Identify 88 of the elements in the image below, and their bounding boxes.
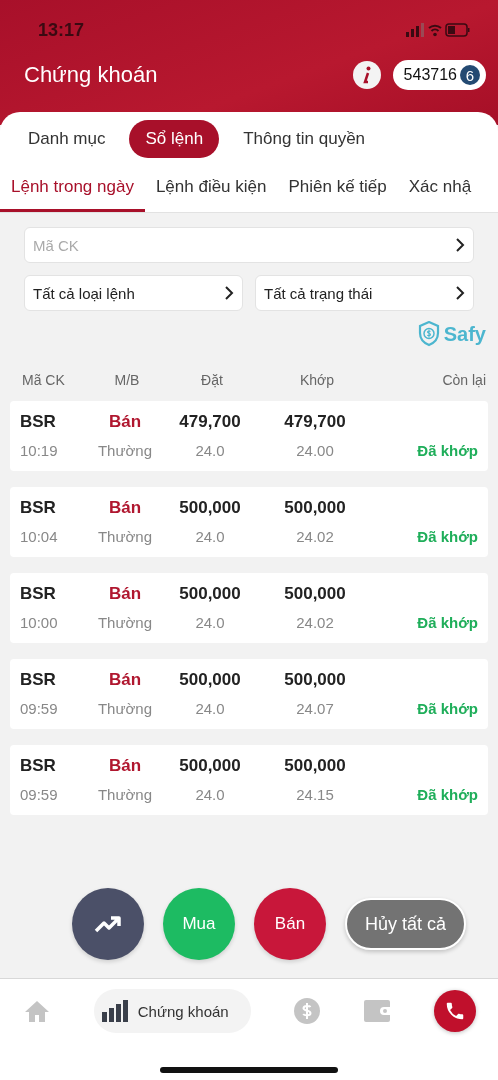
tab[interactable]: Danh mục [12, 120, 122, 158]
tab[interactable]: Thông tin quyền [227, 120, 382, 158]
account-selector[interactable]: 543716 6 [392, 60, 486, 90]
phone-icon [444, 1000, 466, 1022]
status-text: Đã khớp [416, 786, 478, 803]
matched-price: 24.15 [295, 786, 335, 803]
matched-quantity: 500,000 [283, 669, 347, 690]
order-time: 10:19 [20, 442, 59, 459]
status-icons-drawing [406, 22, 470, 38]
order-time: 09:59 [20, 700, 59, 717]
chevron-icon [455, 286, 465, 300]
side-text: Bán [107, 669, 143, 690]
matched-price: 24.00 [295, 442, 335, 459]
column-header: Mã CK [22, 372, 66, 388]
sell-button[interactable]: Bán [253, 888, 326, 960]
order-quantity: 500,000 [178, 583, 242, 604]
home-icon [24, 999, 50, 1023]
nav-tab[interactable]: Chứng khoán [93, 989, 251, 1033]
symbol-search-field[interactable]: Mã CK [24, 227, 474, 263]
sub-tab[interactable]: Lệnh trong ngày [0, 165, 145, 212]
sub-tab[interactable]: Phiên kế tiếp [277, 165, 398, 212]
column-header: Đặt [200, 372, 224, 388]
chart-button[interactable] [71, 888, 144, 960]
order-type-text: Thường [96, 528, 154, 545]
status-text: Đã khớp [416, 528, 478, 545]
status-text: Đã khớp [416, 700, 478, 717]
order-price: 24.0 [194, 528, 226, 545]
status-text: Đã khớp [416, 442, 478, 459]
side-text: Bán [107, 497, 143, 518]
shield-dollar-icon [417, 321, 440, 347]
order-price: 24.0 [194, 700, 226, 717]
sub-tab[interactable]: Xác nhậ [397, 165, 483, 212]
symbol-text: BSR [20, 583, 57, 604]
order-type-select[interactable]: Tất cả loại lệnh [24, 275, 243, 311]
order-type-text: Thường [96, 442, 154, 459]
info-button[interactable] [352, 61, 381, 89]
order-quantity: 500,000 [178, 497, 242, 518]
chevron-icon [224, 286, 234, 300]
cancel-all-button[interactable]: Hủy tất cả [344, 898, 466, 950]
order-card[interactable]: BSR Bán 500,000 500,000 09:59 Thường 24.0 24.07 Đã khớp [10, 659, 488, 729]
order-card[interactable]: BSR Bán 479,700 479,700 10:19 Thường 24.0 24.00 Đã khớp [10, 401, 488, 471]
call-button[interactable] [434, 990, 476, 1032]
order-quantity: 479,700 [178, 411, 242, 432]
column-header: Còn lại [441, 372, 486, 388]
column-header: M/B [113, 372, 141, 388]
side-text: Bán [107, 755, 143, 776]
symbol-text: BSR [20, 755, 57, 776]
side-text: Bán [107, 411, 143, 432]
trending-up-icon [93, 915, 122, 933]
order-time: 10:00 [20, 614, 59, 631]
matched-price: 24.02 [295, 614, 335, 631]
safy-label: Safy [443, 322, 486, 346]
order-time: 10:04 [20, 528, 59, 545]
info-icon [361, 66, 372, 84]
wallet-icon [364, 1000, 391, 1022]
page-title: Chứng khoán [24, 62, 159, 88]
status-text: Đã khớp [416, 614, 478, 631]
count-badge: 6 [460, 65, 480, 85]
status-time: 13:17 [38, 19, 85, 41]
matched-price: 24.07 [295, 700, 335, 717]
bar-chart-icon [101, 1000, 128, 1022]
order-type-text: Thường [96, 614, 154, 631]
symbol-text: BSR [20, 497, 57, 518]
sub-tab[interactable]: Lệnh điều kiện [144, 165, 278, 212]
symbol-text: BSR [20, 669, 57, 690]
matched-quantity: 500,000 [283, 497, 347, 518]
column-header: Khớp [298, 372, 336, 388]
order-card[interactable]: BSR Bán 500,000 500,000 10:00 Thường 24.0 24.02 Đã khớp [10, 573, 488, 643]
symbol-text: BSR [20, 411, 57, 432]
matched-quantity: 500,000 [283, 755, 347, 776]
matched-quantity: 500,000 [283, 583, 347, 604]
order-quantity: 500,000 [178, 755, 242, 776]
order-quantity: 500,000 [178, 669, 242, 690]
matched-price: 24.02 [295, 528, 335, 545]
status-select[interactable]: Tất cả trạng thái [255, 275, 474, 311]
order-price: 24.0 [194, 442, 226, 459]
order-card[interactable]: BSR Bán 500,000 500,000 10:04 Thường 24.0 24.02 Đã khớp [10, 487, 488, 557]
order-type-text: Thường [96, 786, 154, 803]
matched-quantity: 479,700 [283, 411, 347, 432]
side-text: Bán [107, 583, 143, 604]
tab[interactable]: Sổ lệnh [129, 120, 220, 158]
order-type-text: Thường [96, 700, 154, 717]
order-price: 24.0 [194, 614, 226, 631]
dollar-coin-icon [294, 998, 321, 1024]
chevron-icon [455, 238, 465, 252]
order-price: 24.0 [194, 786, 226, 803]
order-card[interactable]: BSR Bán 500,000 500,000 09:59 Thường 24.0 24.15 Đã khớp [10, 745, 488, 815]
order-time: 09:59 [20, 786, 59, 803]
